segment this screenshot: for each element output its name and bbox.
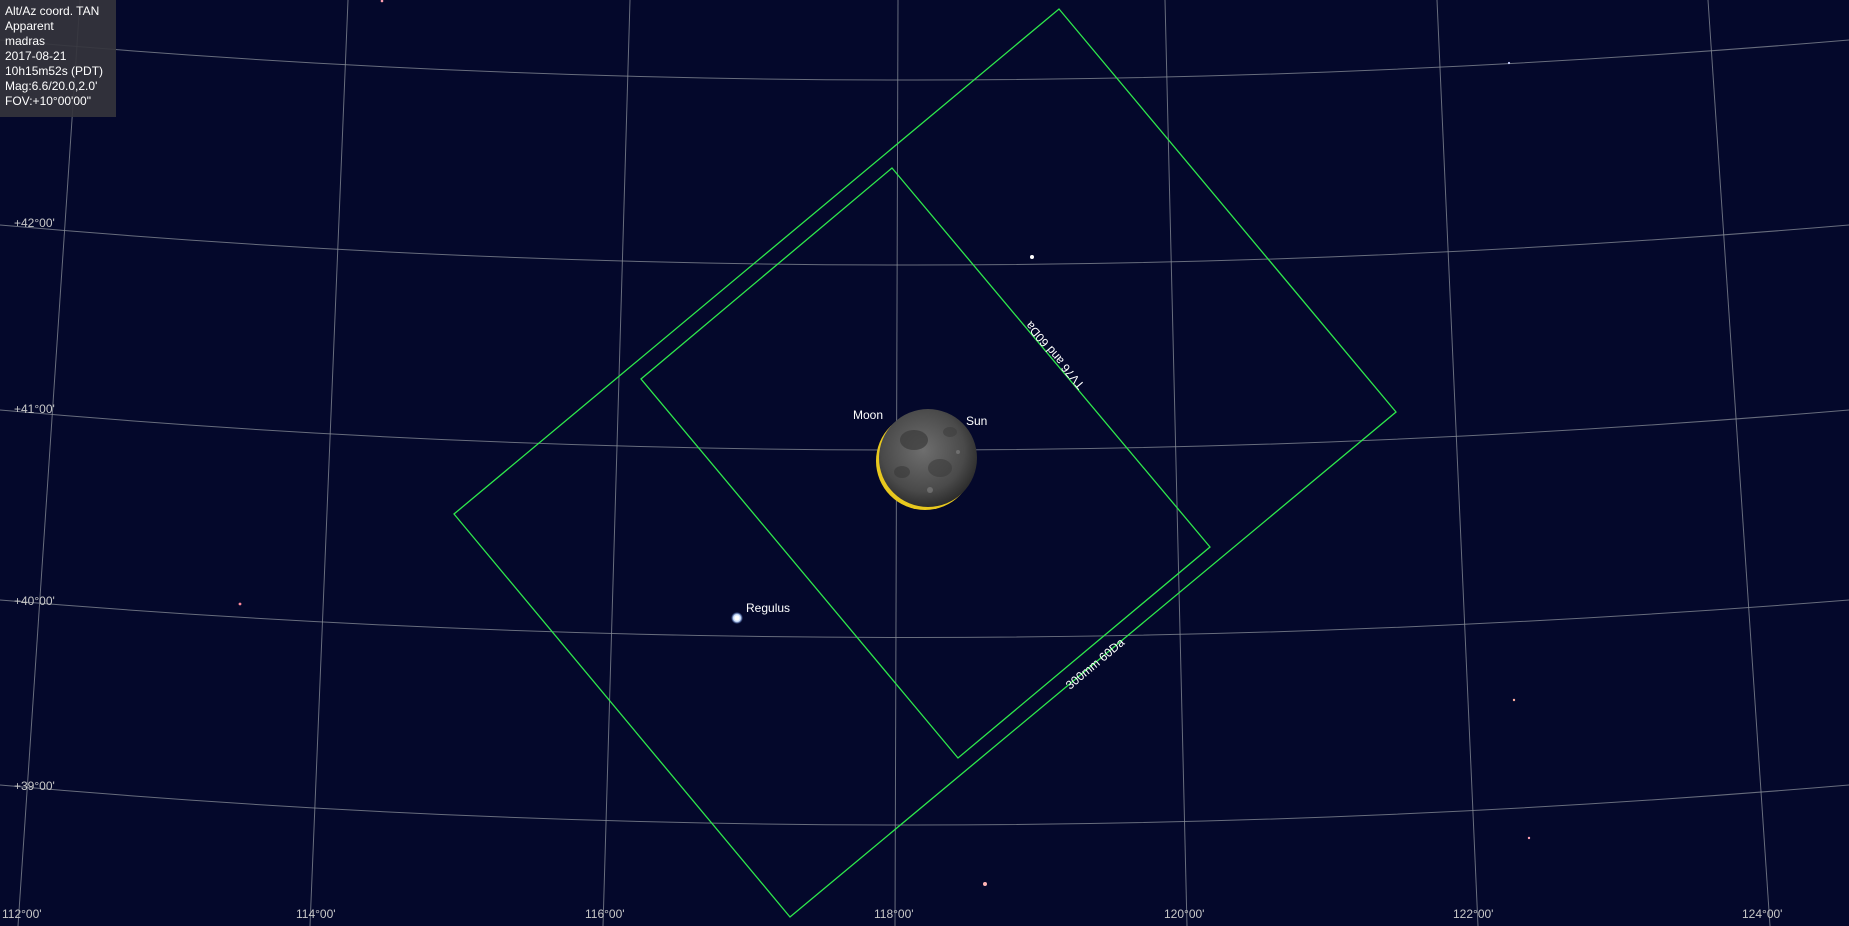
star-marker — [983, 882, 987, 886]
azimuth-label: 118°00' — [874, 907, 914, 921]
apparent-mode-text: Apparent — [5, 19, 54, 33]
sun-label: Sun — [966, 414, 987, 428]
altitude-label: +42°00' — [14, 216, 55, 230]
moon-crater — [956, 450, 960, 454]
star-marker — [1512, 698, 1516, 702]
field-of-view-text: FOV:+10°00'00" — [5, 94, 91, 108]
magnitude-limit-text: Mag:6.6/20.0,2.0' — [5, 79, 98, 93]
coordinate-system-text: Alt/Az coord. TAN — [5, 4, 100, 18]
time-text: 10h15m52s (PDT) — [5, 64, 104, 78]
regulus-core — [734, 615, 740, 621]
altitude-label: +41°00' — [14, 402, 55, 416]
moon-label: Moon — [853, 408, 883, 422]
sky-chart[interactable]: +42°00' +41°00' +40°00' +39°00' 112°00' … — [0, 0, 1849, 926]
moon-mare — [943, 427, 957, 437]
azimuth-label: 124°00' — [1742, 907, 1782, 921]
star-marker — [238, 602, 242, 606]
moon-mare — [900, 430, 928, 450]
altitude-label: +40°00' — [14, 594, 55, 608]
star-marker — [1527, 836, 1531, 840]
star-marker — [1507, 61, 1511, 65]
moon-crater — [927, 487, 933, 493]
azimuth-label: 112°00' — [2, 907, 42, 921]
moon-mare — [928, 459, 952, 477]
date-text: 2017-08-21 — [5, 49, 67, 63]
info-panel: Alt/Az coord. TAN Apparent madras 2017-0… — [0, 0, 116, 117]
location-text: madras — [5, 34, 46, 48]
azimuth-label: 122°00' — [1453, 907, 1493, 921]
azimuth-label: 120°00' — [1164, 907, 1204, 921]
altitude-label: +39°00' — [14, 779, 55, 793]
moon-disk — [879, 409, 977, 507]
moon-mare — [894, 466, 910, 478]
azimuth-label: 116°00' — [585, 907, 625, 921]
azimuth-label: 114°00' — [296, 907, 336, 921]
star-marker — [1030, 255, 1034, 259]
regulus-label: Regulus — [746, 601, 790, 615]
